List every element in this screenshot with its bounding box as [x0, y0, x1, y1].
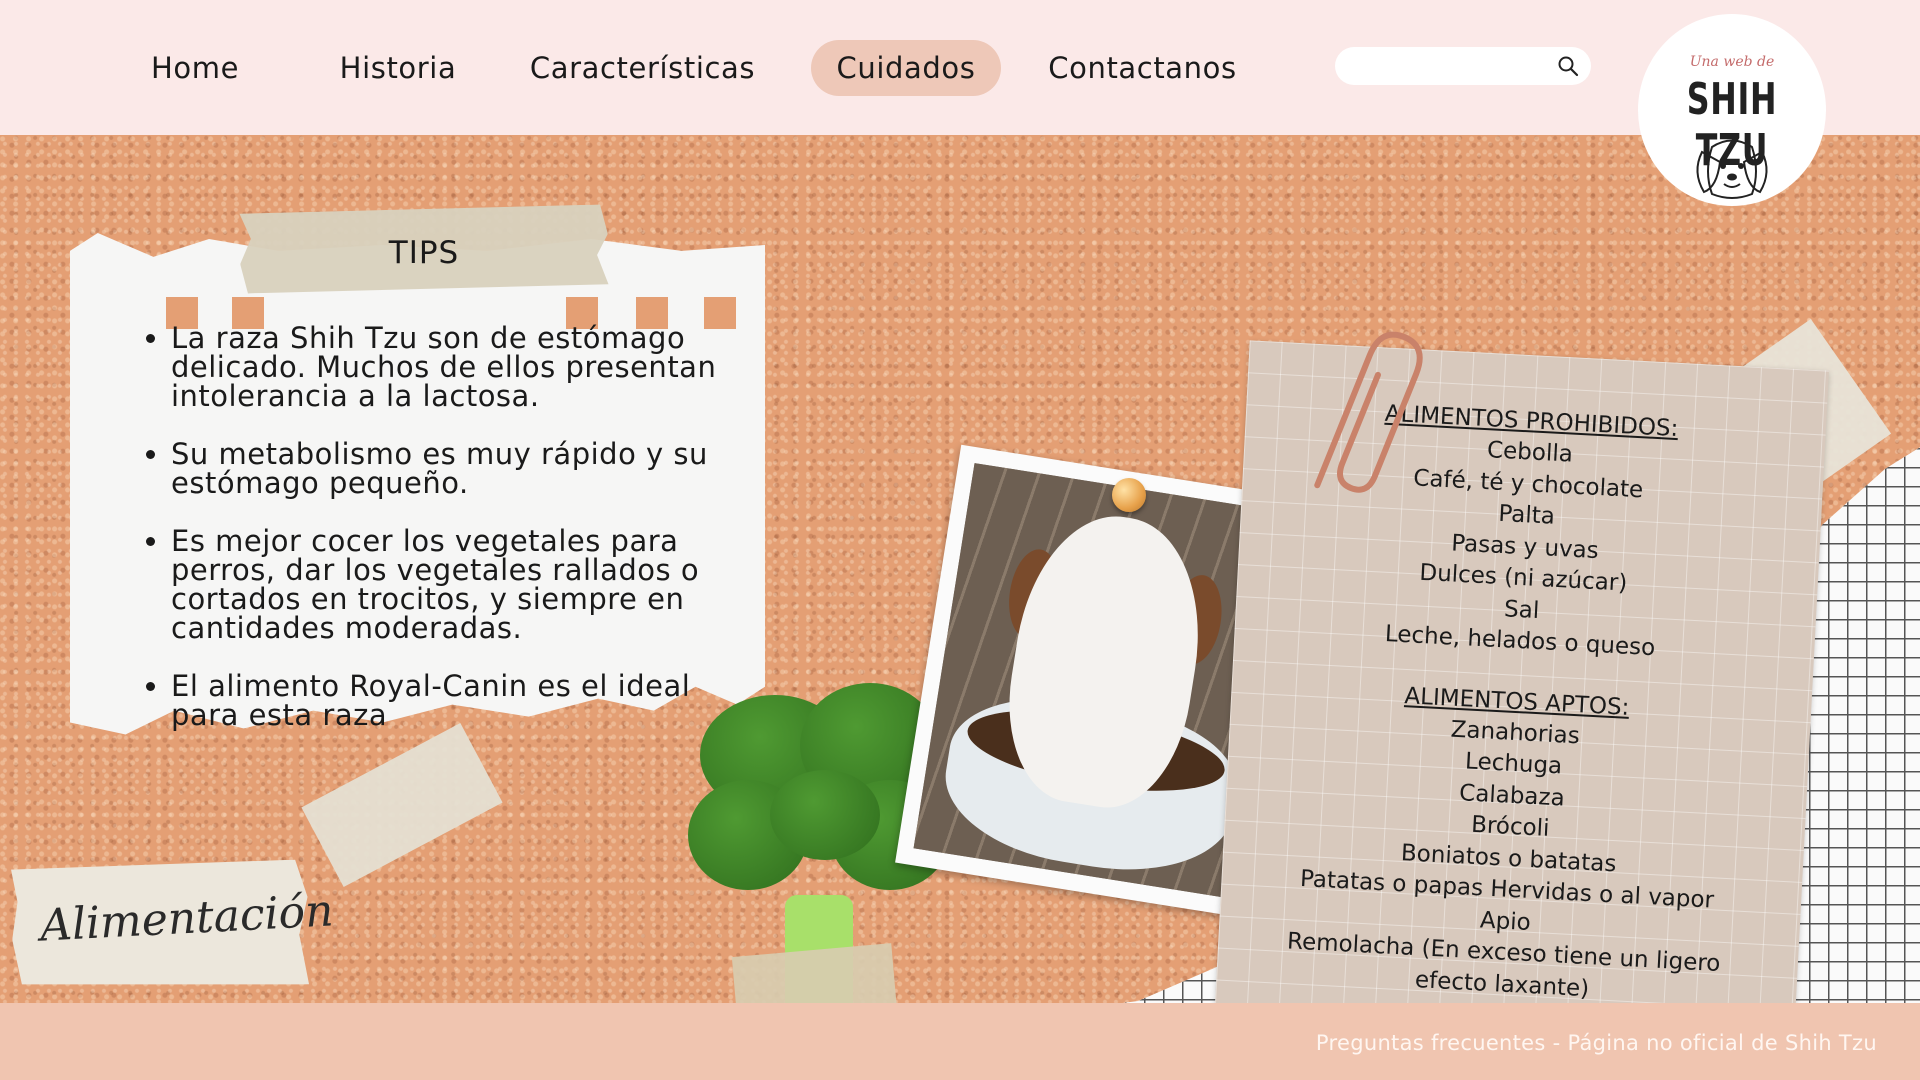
- main-nav: Home Historia Características Cuidados C…: [0, 0, 1300, 135]
- logo-tagline: Una web de: [1689, 54, 1775, 70]
- broccoli-floret: [770, 770, 880, 860]
- footer-link[interactable]: Preguntas frecuentes - Página no oficial…: [1316, 1031, 1877, 1055]
- nav-cuidados[interactable]: Cuidados: [811, 40, 1001, 96]
- tip-item: Su metabolismo es muy rápido y su estóma…: [171, 440, 751, 498]
- tip-item: Es mejor cocer los vegetales para perros…: [171, 527, 751, 643]
- footer: Preguntas frecuentes - Página no oficial…: [0, 1003, 1920, 1080]
- nav-caracteristicas[interactable]: Características: [515, 40, 770, 96]
- search-icon[interactable]: [1557, 55, 1579, 77]
- pushpin-icon: [1112, 478, 1146, 512]
- dog-face-icon: [1696, 139, 1768, 199]
- nav-contactanos[interactable]: Contactanos: [1035, 40, 1250, 96]
- tip-item: El alimento Royal-Canin es el ideal para…: [171, 672, 751, 730]
- tip-item: La raza Shih Tzu son de estómago delicad…: [171, 324, 751, 411]
- tips-list: La raza Shih Tzu son de estómago delicad…: [141, 324, 751, 759]
- tape: [731, 943, 899, 1003]
- logo[interactable]: Una web de SHIH TZU: [1638, 14, 1826, 206]
- tips-title: TIPS: [388, 235, 460, 271]
- search-box: [1335, 47, 1591, 85]
- nav-historia[interactable]: Historia: [318, 40, 478, 96]
- search-input[interactable]: [1349, 53, 1545, 79]
- cork-board: TIPS La raza Shih Tzu son de estómago de…: [0, 135, 1920, 1003]
- nav-home[interactable]: Home: [125, 40, 265, 96]
- header: Home Historia Características Cuidados C…: [0, 0, 1920, 206]
